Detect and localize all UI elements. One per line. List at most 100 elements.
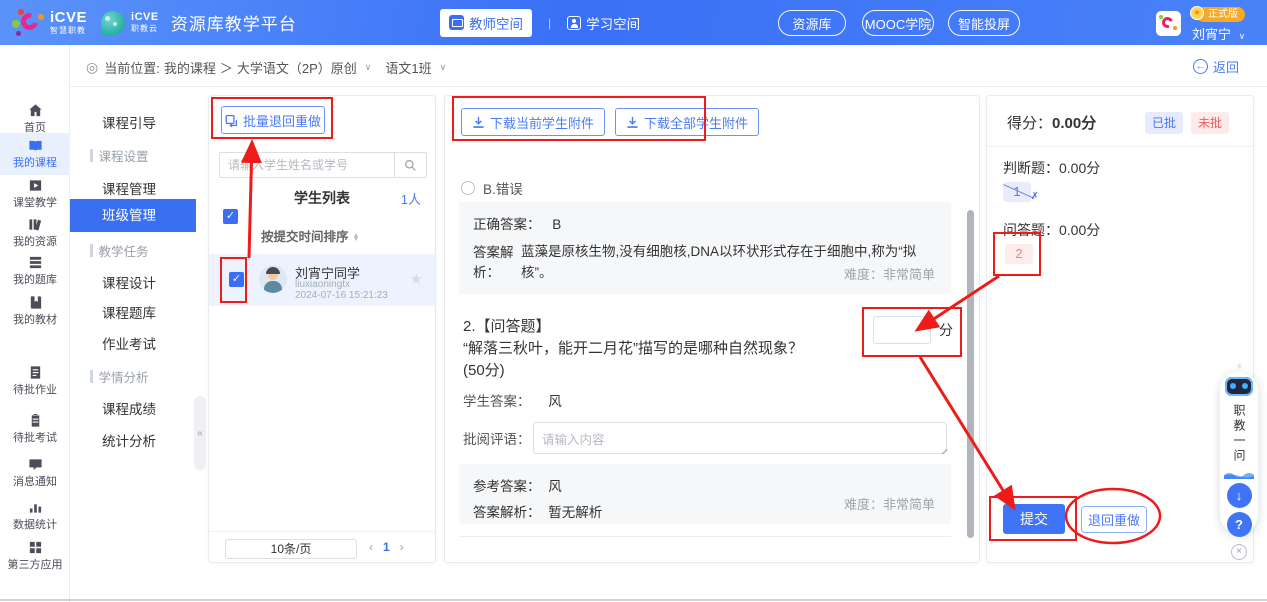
student-checkbox[interactable]: ✓: [229, 272, 244, 287]
search-button[interactable]: [394, 153, 426, 177]
sidebar-collapse-handle[interactable]: «: [194, 396, 206, 470]
sidebar-item-pending-exams[interactable]: 待批考试: [0, 411, 70, 455]
sidebar-item-pending-homework[interactable]: 待批作业: [0, 363, 70, 407]
book-icon: [28, 138, 43, 153]
breadcrumb-my-courses[interactable]: 我的课程: [164, 58, 216, 77]
download-buttons: 下载当前学生附件 下载全部学生附件: [461, 108, 759, 136]
q2-question: 2.【问答题】 “解落三秋叶，能开二月花”描写的是哪种自然现象？ (50分): [463, 316, 863, 382]
robot-eye: [1230, 383, 1236, 389]
breadcrumb: ◎ 当前位置: 我的课程 ＞ 大学语文（2P）原创 ∨ 语文1班 ∨: [86, 58, 450, 77]
username: 刘宵宁: [1192, 27, 1231, 42]
question-chip-2[interactable]: 2: [1005, 244, 1033, 264]
breadcrumb-label: 当前位置:: [104, 58, 160, 77]
breadcrumb-class[interactable]: 语文1班: [385, 58, 431, 77]
download-all-button[interactable]: 下载全部学生附件: [615, 108, 759, 136]
batch-return-redo-button[interactable]: 批量退回重做: [221, 106, 325, 134]
submit-button[interactable]: 提交: [1003, 504, 1065, 534]
close-widget-icon[interactable]: ×: [1231, 544, 1247, 560]
app-icon[interactable]: [1156, 11, 1181, 36]
sidebar-item-third-party[interactable]: 第三方应用: [0, 538, 70, 582]
section-bar: [90, 149, 93, 162]
help-float-button[interactable]: ?: [1227, 512, 1252, 537]
page-size-select[interactable]: 10条/页: [225, 539, 357, 559]
return-redo-button[interactable]: 退回重做: [1081, 506, 1147, 533]
student-answer-value: 风: [548, 394, 562, 409]
assistant-widget[interactable]: 职教一问 ↓ ?: [1220, 372, 1258, 534]
logo-dot: [113, 22, 117, 26]
menu-item-course-question-bank[interactable]: 课程题库: [70, 299, 196, 329]
robot-assistant-icon[interactable]: [1225, 377, 1253, 396]
document-icon: [28, 365, 43, 380]
chat-bubble-icon: [28, 457, 43, 472]
chevron-down-icon[interactable]: ∨: [365, 62, 372, 73]
smart-cast-button[interactable]: 智能投屏: [948, 10, 1020, 36]
sidebar-item-data-stats[interactable]: 数据统计: [0, 498, 70, 542]
wave-icon: [1224, 470, 1254, 479]
menu-section-label: 课程设置: [99, 146, 149, 165]
logo-dot: [18, 9, 24, 15]
sidebar-item-label: 课堂教学: [0, 194, 70, 210]
brand1-name: iCVE: [50, 10, 87, 25]
student-row[interactable]: ✓ 刘宵宁同学 liuxiaoningtx 2024-07-16 15:21:2…: [209, 254, 435, 306]
section-bar: [90, 244, 93, 257]
question-chip-1[interactable]: 1 ✗: [1003, 182, 1031, 202]
search-icon: [404, 159, 417, 172]
tab-teacher-space[interactable]: 教师空间: [440, 9, 532, 37]
sidebar-item-label: 待批考试: [0, 429, 70, 445]
student-count: 1人: [401, 189, 421, 208]
page-number[interactable]: 1: [383, 540, 390, 554]
score-input[interactable]: [873, 316, 931, 344]
section-bar: [90, 370, 93, 383]
menu-item-statistics[interactable]: 统计分析: [70, 427, 196, 457]
menu-item-course-grades[interactable]: 课程成绩: [70, 395, 196, 425]
judge-score: 0.00分: [1059, 160, 1100, 176]
menu-item-homework-exam[interactable]: 作业考试: [70, 330, 196, 360]
comment-textarea[interactable]: [533, 422, 947, 454]
reviewed-badge[interactable]: 已批: [1145, 112, 1183, 134]
back-label: 返回: [1213, 57, 1239, 76]
user-menu[interactable]: 刘宵宁 ∨: [1192, 24, 1245, 43]
sidebar-item-messages[interactable]: 消息通知: [0, 455, 70, 499]
back-button[interactable]: ← 返回: [1193, 57, 1239, 76]
radio-icon[interactable]: [461, 181, 475, 195]
sort-by-submit-time[interactable]: 按提交时间排序▲▼: [261, 226, 359, 245]
q1-difficulty: 难度：非常简单: [844, 264, 935, 283]
mooc-button[interactable]: MOOC学院: [862, 10, 934, 36]
ref-analysis-label: 答案解析：: [473, 505, 541, 520]
brand1-text: iCVE 智慧职教: [50, 10, 87, 35]
sidebar-item-textbooks[interactable]: 我的教材: [0, 293, 70, 337]
unreviewed-badge[interactable]: 未批: [1191, 112, 1229, 134]
apps-grid-icon: [28, 540, 43, 555]
qa-score: 0.00分: [1059, 222, 1100, 238]
robot-eye: [1242, 383, 1248, 389]
play-icon: [28, 178, 43, 193]
zjy-logo-icon: [101, 11, 125, 35]
page: iCVE 智慧职教 iCVE 职教云 资源库教学平台 教师空间 | 学习空间: [0, 0, 1267, 602]
breadcrumb-course[interactable]: 大学语文（2P）原创: [237, 58, 357, 77]
brand2-name: iCVE: [131, 12, 159, 23]
chevron-down-icon[interactable]: ∨: [440, 62, 447, 73]
student-list-panel: 批量退回重做 学生列表 1人 ✓ 按提交时间排序▲▼ ✓ 刘宵宁同学 liuxi…: [208, 95, 436, 563]
menu-item-course-design[interactable]: 课程设计: [70, 269, 196, 299]
scrollbar[interactable]: [967, 210, 974, 538]
course-side-menu: 课程引导 课程设置 课程管理 班级管理 教学任务 课程设计 课程题库 作业考试 …: [70, 87, 196, 602]
sidebar-item-question-bank[interactable]: 我的题库: [0, 253, 70, 297]
student-search-input[interactable]: [220, 153, 394, 177]
select-all-checkbox[interactable]: ✓: [223, 209, 238, 224]
sidebar-item-my-courses[interactable]: 我的课程: [0, 133, 70, 175]
resource-lib-button[interactable]: 资源库: [778, 10, 846, 36]
menu-item-class-manage[interactable]: 班级管理: [70, 199, 196, 232]
menu-item-course-guide[interactable]: 课程引导: [70, 109, 196, 139]
version-medal-icon: ★: [1190, 6, 1204, 20]
sidebar-item-classroom[interactable]: 课堂教学: [0, 176, 70, 220]
menu-section-label: 学情分析: [99, 367, 149, 386]
logo-dot: [16, 31, 21, 36]
star-icon[interactable]: ★: [410, 270, 423, 288]
page-next-button[interactable]: ›: [400, 540, 404, 554]
tab-learning-space[interactable]: 学习空间: [567, 13, 640, 33]
download-current-button[interactable]: 下载当前学生附件: [461, 108, 605, 136]
download-float-button[interactable]: ↓: [1227, 483, 1252, 508]
q1-option-b[interactable]: B.错误: [461, 178, 523, 198]
page-prev-button[interactable]: ‹: [369, 540, 373, 554]
logo-dot: [38, 14, 44, 20]
